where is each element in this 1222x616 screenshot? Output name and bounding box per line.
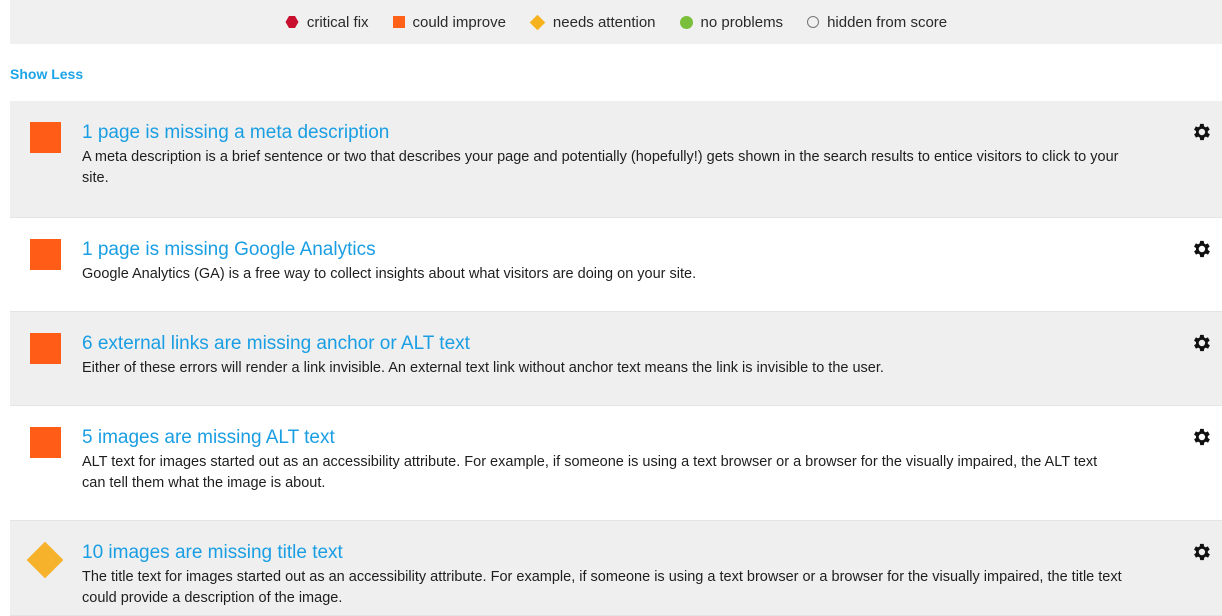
gear-icon[interactable]	[1190, 238, 1212, 260]
legend-needs-attention: needs attention	[529, 13, 656, 31]
issue-row: 6 external links are missing anchor or A…	[10, 312, 1222, 406]
show-less-link[interactable]: Show Less	[10, 66, 83, 82]
issue-title-link[interactable]: 1 page is missing Google Analytics	[82, 238, 1122, 262]
could-improve-icon	[30, 122, 61, 153]
square-icon	[392, 16, 405, 28]
issue-description: The title text for images started out as…	[82, 569, 1122, 606]
diamond-icon	[529, 14, 546, 30]
issue-title-link[interactable]: 5 images are missing ALT text	[82, 426, 1122, 450]
gear-icon[interactable]	[1190, 541, 1212, 563]
issue-list: 1 page is missing a meta description A m…	[10, 101, 1222, 616]
issue-title-link[interactable]: 10 images are missing title text	[82, 541, 1122, 565]
circle-icon	[679, 15, 693, 29]
gear-icon[interactable]	[1190, 426, 1212, 448]
legend-label: no problems	[700, 13, 784, 31]
gear-icon[interactable]	[1190, 121, 1212, 143]
gear-icon[interactable]	[1190, 332, 1212, 354]
issue-description: Either of these errors will render a lin…	[82, 360, 884, 376]
needs-attention-icon	[26, 541, 64, 579]
could-improve-icon	[30, 333, 61, 364]
could-improve-icon	[30, 427, 61, 458]
legend-label: hidden from score	[827, 13, 948, 31]
issue-row: 5 images are missing ALT text ALT text f…	[10, 406, 1222, 521]
circle-outline-icon	[807, 16, 820, 28]
issue-title-link[interactable]: 6 external links are missing anchor or A…	[82, 332, 1122, 356]
could-improve-icon	[30, 239, 61, 270]
issue-description: Google Analytics (GA) is a free way to c…	[82, 266, 697, 282]
hexagon-icon	[285, 15, 299, 29]
issue-description: ALT text for images started out as an ac…	[82, 454, 1098, 491]
issue-row: 1 page is missing a meta description A m…	[10, 101, 1222, 218]
legend-hidden-from-score: hidden from score	[807, 14, 947, 31]
issue-row: 1 page is missing Google Analytics Googl…	[10, 218, 1222, 312]
legend-no-problems: no problems	[679, 13, 784, 31]
legend-critical-fix: critical fix	[285, 14, 369, 31]
issue-description: A meta description is a brief sentence o…	[82, 149, 1119, 186]
legend-could-improve: could improve	[392, 13, 506, 31]
legend-label: critical fix	[306, 13, 369, 31]
issue-title-link[interactable]: 1 page is missing a meta description	[82, 121, 1122, 145]
issue-row: 10 images are missing title text The tit…	[10, 521, 1222, 616]
legend-label: could improve	[412, 13, 506, 31]
legend-label: needs attention	[552, 13, 656, 31]
severity-legend: critical fix could improve needs attenti…	[10, 0, 1222, 44]
